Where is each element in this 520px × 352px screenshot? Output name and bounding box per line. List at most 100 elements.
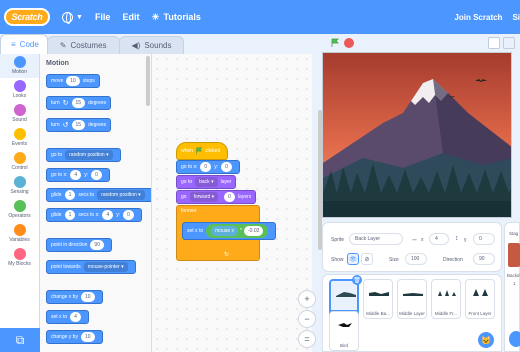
block-change-x[interactable]: change x by 10 xyxy=(46,290,103,304)
choose-sprite-button[interactable]: 🐱 xyxy=(478,332,494,348)
category-sensing[interactable]: Sensing xyxy=(0,176,39,198)
steps-input[interactable]: 10 xyxy=(66,76,80,86)
block-set-x[interactable]: set x to 4 xyxy=(46,310,89,324)
degrees-input[interactable]: 15 xyxy=(71,120,86,130)
layer-dropdown[interactable]: back ▾ xyxy=(195,177,218,187)
x-input[interactable]: 4 xyxy=(102,210,114,220)
edit-menu[interactable]: Edit xyxy=(122,12,139,22)
show-visible-button[interactable]: 👁 xyxy=(347,253,359,265)
stop-button[interactable] xyxy=(344,38,354,48)
block-when-flag-clicked[interactable]: when clicked xyxy=(176,142,228,160)
direction-dropdown[interactable]: forward ▾ xyxy=(189,192,219,202)
sprite-tile[interactable]: Front Layer xyxy=(465,279,495,319)
tab-costumes[interactable]: ✎ Costumes xyxy=(46,36,120,54)
language-menu[interactable]: ▼ xyxy=(62,11,83,24)
size-input[interactable]: 100 xyxy=(405,253,427,265)
secs-input[interactable]: 1 xyxy=(64,190,76,200)
block-change-y[interactable]: change y by 10 xyxy=(46,330,103,344)
block-glide-xy[interactable]: glide 1 secs to x: 4 y: 0 xyxy=(46,208,142,222)
add-extension-button[interactable]: ⧉ xyxy=(0,328,40,352)
x-input[interactable]: 4 xyxy=(70,312,81,322)
sprite-tile[interactable]: Bird xyxy=(329,311,359,351)
events-dot-icon xyxy=(13,128,26,140)
category-label: Control xyxy=(11,165,28,171)
block-point-direction[interactable]: point in direction 90 xyxy=(46,238,112,252)
block-go-to-layer[interactable]: go to back ▾ layer xyxy=(176,175,237,189)
x-change-input[interactable]: 10 xyxy=(80,292,95,302)
target-dropdown[interactable]: mouse-pointer ▾ xyxy=(83,262,128,272)
direction-input[interactable]: 90 xyxy=(473,253,495,265)
category-events[interactable]: Events xyxy=(0,128,39,150)
multiplier-input[interactable]: -0.02 xyxy=(243,226,264,236)
zoom-out-button[interactable]: − xyxy=(298,310,316,328)
category-label: Events xyxy=(11,141,28,147)
sprite-tile[interactable]: Middle Fr... xyxy=(431,279,461,319)
block-go-to-random[interactable]: go to random position ▾ xyxy=(46,148,121,162)
join-scratch-link[interactable]: Join Scratch xyxy=(454,13,502,22)
y-change-input[interactable]: 10 xyxy=(80,332,95,342)
sprite-name: Middle Layer xyxy=(399,311,425,316)
mouse-x-reporter[interactable]: mouse x xyxy=(211,226,239,236)
variables-dot-icon xyxy=(13,224,26,236)
file-menu[interactable]: File xyxy=(95,12,111,22)
target-dropdown[interactable]: random position ▾ xyxy=(65,150,113,160)
palette-scrollbar[interactable] xyxy=(146,56,150,106)
category-looks[interactable]: Looks xyxy=(0,80,39,102)
category-control[interactable]: Control xyxy=(0,152,39,174)
block-text: y: xyxy=(116,212,121,218)
trash-icon[interactable]: 🗑 xyxy=(352,275,362,285)
show-hidden-button[interactable]: ⊘ xyxy=(361,253,373,265)
small-stage-button[interactable] xyxy=(488,37,500,49)
block-set-x[interactable]: set x to mouse x * -0.02 xyxy=(182,222,277,240)
zoom-reset-button[interactable]: = xyxy=(298,330,316,348)
category-motion[interactable]: Motion xyxy=(0,54,39,78)
tutorials-menu[interactable]: ☀ Tutorials xyxy=(151,12,200,23)
block-point-towards[interactable]: point towards mouse-pointer ▾ xyxy=(46,260,136,274)
sprite-tile[interactable]: Middle Ba... xyxy=(363,279,393,319)
y-input[interactable]: 0 xyxy=(473,233,495,245)
stage-pane-title: Stag xyxy=(509,231,519,236)
category-variables[interactable]: Variables xyxy=(0,224,39,246)
y-input[interactable]: 0 xyxy=(123,210,134,220)
block-go-to-xy[interactable]: go to x: 4 y: 0 xyxy=(46,168,110,182)
category-operators[interactable]: Operators xyxy=(0,200,39,222)
large-stage-button[interactable] xyxy=(503,37,515,49)
sprite-tile[interactable]: Middle Layer xyxy=(397,279,427,319)
block-text: layers xyxy=(237,194,252,200)
direction-input[interactable]: 90 xyxy=(90,240,104,250)
tab-code[interactable]: ≡ Code xyxy=(0,34,48,54)
tab-sounds[interactable]: ◀) Sounds xyxy=(118,36,185,54)
block-text: steps xyxy=(82,78,95,84)
block-text: go xyxy=(181,194,187,200)
zoom-in-button[interactable]: + xyxy=(298,290,316,308)
category-my-blocks[interactable]: My Blocks xyxy=(0,248,39,270)
secs-input[interactable]: 1 xyxy=(64,210,76,220)
x-input[interactable]: 4 xyxy=(70,170,82,180)
multiply-operator[interactable]: mouse x * -0.02 xyxy=(206,224,269,238)
block-text: degrees xyxy=(88,100,107,106)
sprite-name-input[interactable]: Back Layer xyxy=(349,233,403,245)
choose-backdrop-button[interactable] xyxy=(509,331,520,347)
degrees-input[interactable]: 15 xyxy=(71,98,86,108)
block-glide-random[interactable]: glide 1 secs to random position ▾ xyxy=(46,188,151,202)
block-go-forward-layers[interactable]: go forward ▾ 0 layers xyxy=(176,190,257,204)
block-text: when xyxy=(181,148,193,154)
x-input[interactable]: 0 xyxy=(200,162,212,172)
x-input[interactable]: 4 xyxy=(429,233,449,245)
green-flag-button[interactable] xyxy=(330,38,340,48)
sign-in-link[interactable]: Si xyxy=(512,13,520,22)
scratch-logo[interactable]: Scratch xyxy=(4,8,50,26)
sprite-thumbnail xyxy=(338,323,352,327)
layers-input[interactable]: 0 xyxy=(224,192,235,202)
target-dropdown[interactable]: random position ▾ xyxy=(97,190,145,200)
block-turn-right[interactable]: turn ↻ 15 degrees xyxy=(46,96,112,110)
stage-target-pane[interactable]: Stag Backd 1 xyxy=(504,222,520,352)
block-turn-left[interactable]: turn ↺ 15 degrees xyxy=(46,118,112,132)
block-go-to-xy[interactable]: go to x: 0 y: 0 xyxy=(176,160,240,174)
x-arrows-icon: ↔ xyxy=(411,236,418,243)
block-move-steps[interactable]: move 10 steps xyxy=(46,74,100,88)
stage-canvas[interactable] xyxy=(322,52,512,218)
y-input[interactable]: 0 xyxy=(221,162,232,172)
y-input[interactable]: 0 xyxy=(91,170,102,180)
category-sound[interactable]: Sound xyxy=(0,104,39,126)
